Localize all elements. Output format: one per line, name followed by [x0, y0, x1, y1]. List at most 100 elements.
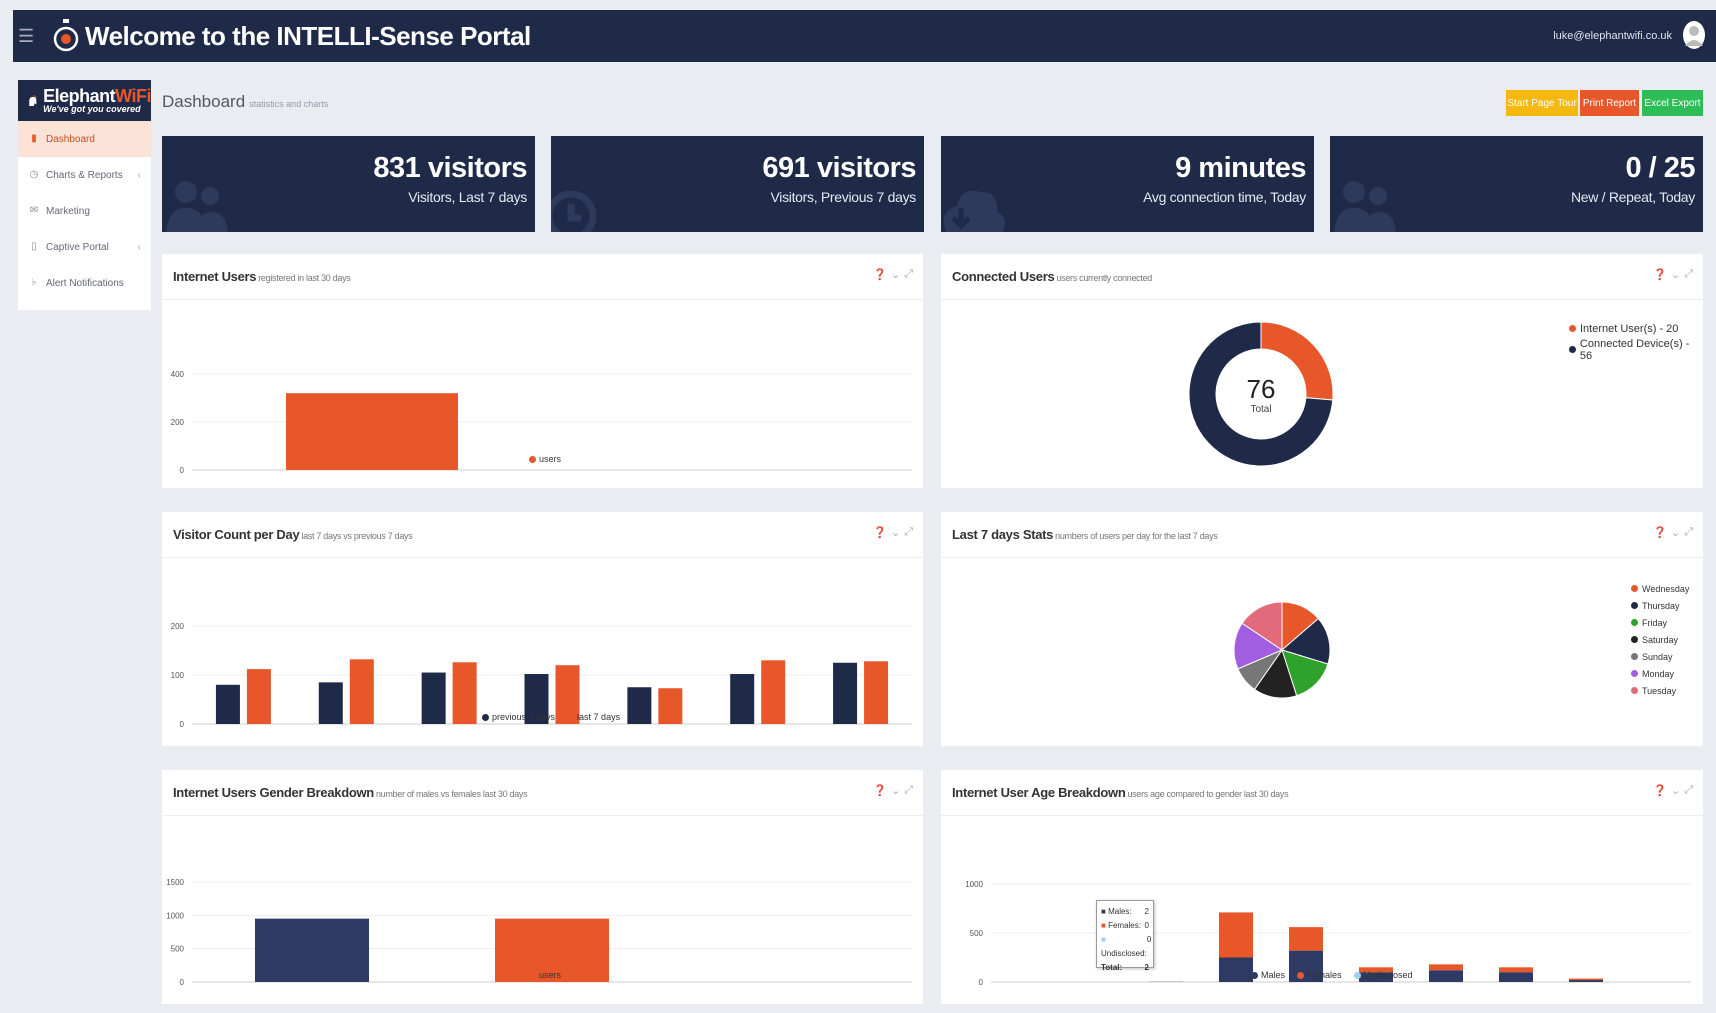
- tile-label: Visitors, Previous 7 days: [770, 189, 916, 205]
- expand-icon[interactable]: ⤢: [904, 526, 913, 539]
- legend-item: Friday: [1631, 614, 1689, 631]
- expand-icon[interactable]: ⤢: [904, 268, 913, 281]
- sidebar-item-marketing[interactable]: ✉ Marketing: [18, 193, 151, 229]
- chevron-down-icon[interactable]: ⌄: [1671, 268, 1680, 281]
- y-tick-label: 400: [171, 370, 185, 379]
- donut-center-value: 76: [1247, 374, 1276, 404]
- bar-chart-icon: ▮: [31, 133, 37, 144]
- panel-last-7-days: Last 7 days Stats numbers of users per da…: [941, 512, 1703, 746]
- bar: [658, 688, 683, 724]
- internet-users-chart: 0200400Registration FormTwitter: [171, 370, 912, 474]
- bar: [255, 918, 369, 982]
- expand-icon[interactable]: ⤢: [904, 784, 913, 797]
- bar: [1499, 972, 1533, 982]
- donut-center-label: Total: [1250, 404, 1271, 415]
- bar: [833, 662, 858, 724]
- hamburger-menu-icon[interactable]: ☰: [18, 26, 40, 47]
- panel-gender-breakdown: Internet Users Gender Breakdown number of…: [162, 770, 923, 1004]
- bar: [1569, 980, 1603, 982]
- bar: [1569, 978, 1603, 981]
- page-subtitle: statistics and charts: [249, 99, 329, 109]
- avatar[interactable]: [1682, 20, 1706, 50]
- bar: [1429, 964, 1463, 971]
- help-icon[interactable]: ❓: [873, 526, 887, 539]
- bar: [286, 393, 458, 470]
- chevron-down-icon[interactable]: ⌄: [1671, 526, 1680, 539]
- expand-icon[interactable]: ⤢: [1684, 268, 1693, 281]
- panel-visitor-count: Visitor Count per Day last 7 days vs prev…: [162, 512, 923, 746]
- sidebar: ElephantWiFi We've got you covered ▮ Das…: [18, 80, 151, 310]
- page-title: Dashboard statistics and charts: [162, 92, 329, 111]
- bar: [1499, 967, 1533, 973]
- y-tick-label: 0: [180, 466, 185, 474]
- y-tick-label: 1000: [965, 880, 983, 889]
- legend-item: Undisclosed: [1353, 970, 1413, 980]
- help-icon[interactable]: ❓: [1653, 268, 1667, 281]
- tile-label: New / Repeat, Today: [1570, 189, 1695, 205]
- bar: [349, 659, 374, 724]
- help-icon[interactable]: ❓: [1653, 784, 1667, 797]
- bar: [215, 684, 240, 724]
- bell-icon: ♭: [31, 277, 37, 288]
- bar: [421, 672, 446, 724]
- expand-icon[interactable]: ⤢: [1684, 526, 1693, 539]
- chevron-down-icon[interactable]: ⌄: [891, 526, 900, 539]
- legend-item: Tuesday: [1631, 682, 1689, 699]
- chevron-down-icon[interactable]: ⌄: [1671, 784, 1680, 797]
- sidebar-item-dashboard[interactable]: ▮ Dashboard: [18, 121, 151, 157]
- y-tick-label: 500: [970, 929, 984, 938]
- y-tick-label: 100: [171, 671, 185, 680]
- panel-tools: ❓ ⌄ ⤢: [873, 268, 913, 281]
- legend-item: Males: [1251, 970, 1285, 980]
- y-tick-label: 0: [180, 720, 185, 729]
- y-tick-label: 200: [171, 622, 185, 631]
- help-icon[interactable]: ❓: [873, 784, 887, 797]
- bar: [1429, 970, 1463, 982]
- panel-tools: ❓ ⌄ ⤢: [1653, 784, 1693, 797]
- user-email[interactable]: luke@elephantwifi.co.uk: [1553, 30, 1672, 42]
- bar: [246, 669, 271, 724]
- brand-name: ElephantWiFi: [43, 86, 151, 106]
- bar: [730, 674, 755, 724]
- brand-logo[interactable]: ElephantWiFi We've got you covered: [18, 80, 151, 121]
- expand-icon[interactable]: ⤢: [1684, 784, 1693, 797]
- cloud-download-icon: [943, 190, 1006, 232]
- panel-tools: ❓ ⌄ ⤢: [1653, 268, 1693, 281]
- sidebar-item-captive-portal[interactable]: ▯ Captive Portal ‹: [18, 229, 151, 265]
- legend-item: Sunday: [1631, 648, 1689, 665]
- legend-item: last 7 days: [567, 712, 620, 722]
- chevron-down-icon[interactable]: ⌄: [891, 784, 900, 797]
- chart-tooltip: ■ Males: 2 ■ Females: 0 ■ Undisclosed: 0 To…: [1096, 900, 1154, 972]
- panel-title: Internet Users Gender Breakdown number of…: [173, 785, 528, 800]
- legend-item: users: [529, 454, 561, 464]
- bar: [1219, 912, 1253, 958]
- y-tick-label: 1000: [166, 911, 184, 920]
- panel-title: Last 7 days Stats numbers of users per da…: [952, 527, 1218, 542]
- stat-tile-avg-connection: 9 minutes Avg connection time, Today: [941, 136, 1314, 232]
- stat-tile-visitors-previous-7: 691 visitors Visitors, Previous 7 days: [551, 136, 924, 232]
- print-report-button[interactable]: Print Report: [1580, 90, 1639, 116]
- brand-tagline: We've got you covered: [43, 104, 141, 114]
- elephant-icon: [29, 94, 37, 106]
- panel-internet-users: Internet Users registered in last 30 days…: [162, 254, 923, 488]
- chevron-down-icon[interactable]: ⌄: [891, 268, 900, 281]
- chevron-left-icon: ‹: [137, 169, 141, 181]
- excel-export-button[interactable]: Excel Export: [1642, 90, 1703, 116]
- panel-tools: ❓ ⌄ ⤢: [1653, 526, 1693, 539]
- panel-title: Connected Users users currently connected: [952, 269, 1152, 284]
- sidebar-item-charts-reports[interactable]: ◷ Charts & Reports ‹: [18, 157, 151, 193]
- panel-title: Internet Users registered in last 30 days: [173, 269, 351, 284]
- bar: [761, 660, 786, 724]
- top-bar: ☰ Welcome to the INTELLI-Sense Portal lu…: [13, 10, 1716, 62]
- legend-item: Saturday: [1631, 631, 1689, 648]
- sidebar-item-alert-notifications[interactable]: ♭ Alert Notifications: [18, 265, 151, 301]
- panel-title: Internet User Age Breakdown users age com…: [952, 785, 1289, 800]
- clock-icon: ◷: [29, 169, 39, 180]
- start-page-tour-button[interactable]: Start Page Tour: [1506, 90, 1578, 116]
- legend-item: Thursday: [1631, 597, 1689, 614]
- help-icon[interactable]: ❓: [1653, 526, 1667, 539]
- help-icon[interactable]: ❓: [873, 268, 887, 281]
- legend-item: Females: [1297, 970, 1342, 980]
- visitor-count-chart: 0100200WednesdayThursdayFridaySaturdaySu…: [171, 622, 912, 729]
- gender-breakdown-chart: 050010001500MaleFemaleUndisclosed: [166, 878, 912, 987]
